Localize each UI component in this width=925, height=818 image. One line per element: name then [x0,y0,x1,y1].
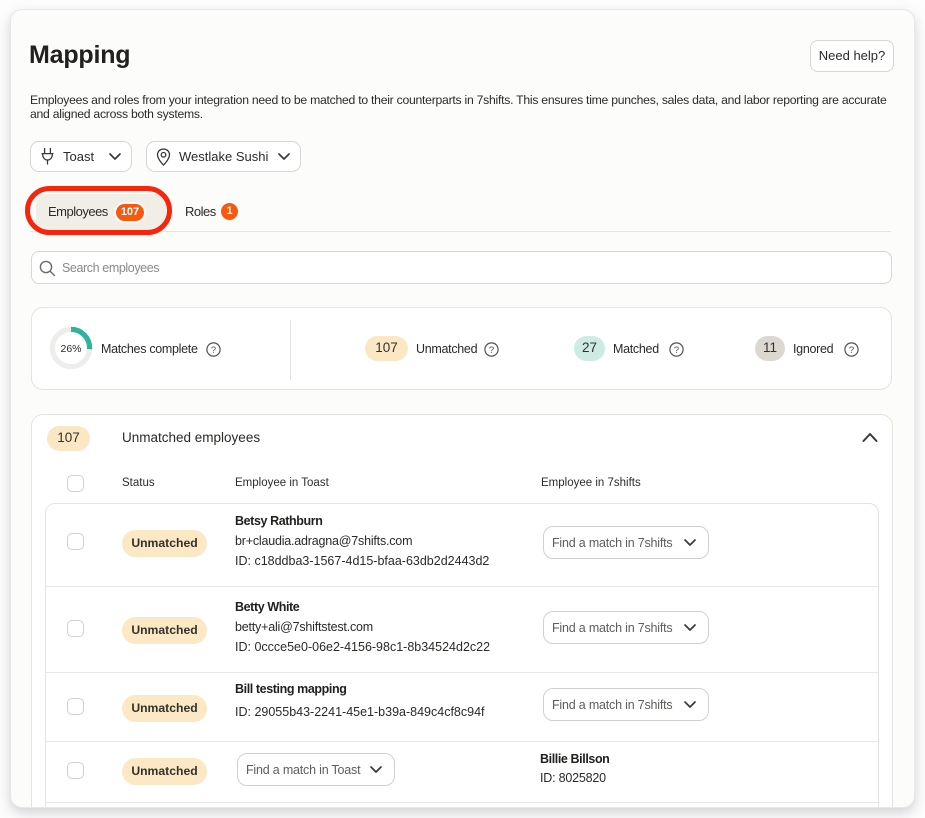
svg-text:26%: 26% [60,343,81,355]
svg-text:?: ? [674,345,679,356]
svg-text:?: ? [849,345,854,356]
svg-text:?: ? [489,345,494,356]
svg-text:?: ? [211,345,216,356]
